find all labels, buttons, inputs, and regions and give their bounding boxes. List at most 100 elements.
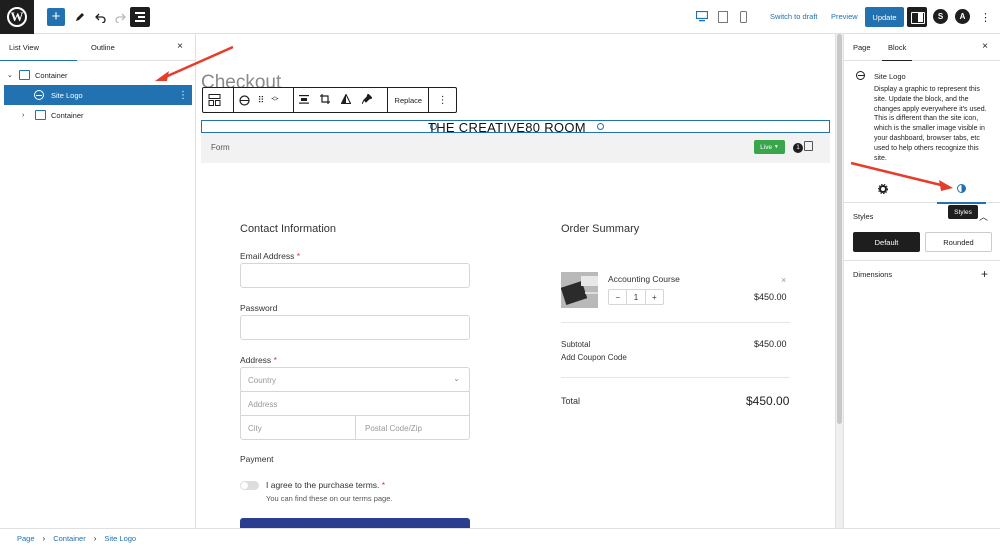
- redo-icon[interactable]: [110, 7, 130, 27]
- update-button[interactable]: Update: [865, 7, 904, 27]
- add-block-button[interactable]: +: [47, 8, 65, 26]
- tree-item-container[interactable]: ⌄ Container: [4, 65, 192, 85]
- more-options-icon[interactable]: ⋮: [178, 90, 188, 101]
- block-mover[interactable]: ⠿ ︿ ﹀: [234, 88, 295, 112]
- site-logo-block-icon: [856, 71, 865, 80]
- subtotal-label: Subtotal: [561, 340, 591, 349]
- styles-icon[interactable]: [937, 184, 986, 204]
- plus-icon[interactable]: +: [981, 267, 988, 281]
- product-thumbnail: [561, 272, 598, 308]
- address-label: Address *: [240, 355, 277, 365]
- tab-page[interactable]: Page: [853, 43, 871, 52]
- payment-label: Payment: [240, 454, 274, 464]
- wordpress-logo-button[interactable]: W: [0, 0, 34, 34]
- tree-item-site-logo[interactable]: Site Logo ⋮: [4, 85, 192, 105]
- product-name: Accounting Course: [608, 274, 680, 284]
- style-rounded-button[interactable]: Rounded: [925, 232, 992, 252]
- add-coupon-link[interactable]: Add Coupon Code: [561, 353, 627, 362]
- replace-button[interactable]: Replace: [388, 88, 430, 112]
- crop-icon[interactable]: [320, 94, 331, 106]
- site-logo-block-icon: [34, 90, 44, 100]
- document-overview-button[interactable]: [130, 7, 150, 27]
- cart-count-badge: 1: [793, 143, 803, 153]
- postal-code-field[interactable]: Postal Code/Zip: [355, 415, 470, 440]
- quantity-stepper[interactable]: − 1 +: [608, 289, 664, 305]
- country-select[interactable]: Country ⌄: [240, 367, 470, 392]
- remove-item-icon[interactable]: ×: [781, 275, 786, 285]
- align-icon[interactable]: [299, 94, 310, 106]
- undo-icon[interactable]: [90, 7, 110, 27]
- pencil-icon[interactable]: [69, 7, 89, 27]
- live-status-dropdown[interactable]: Live ▼: [754, 140, 785, 154]
- breadcrumb-container[interactable]: Container: [53, 534, 86, 543]
- tab-block[interactable]: Block: [881, 43, 913, 61]
- total-label: Total: [561, 396, 581, 406]
- block-controls: [294, 88, 389, 112]
- password-label: Password: [240, 303, 278, 313]
- style-default-button[interactable]: Default: [853, 232, 920, 252]
- styles-section-title[interactable]: Styles: [853, 212, 873, 221]
- canvas-scrollbar[interactable]: [835, 34, 843, 528]
- tab-outline[interactable]: Outline: [91, 43, 115, 52]
- editor-toolbar: W + Switch to draft Preview Update S A ⋮: [0, 0, 1000, 34]
- divider: [561, 377, 790, 378]
- chevron-down-icon[interactable]: ⌄: [7, 71, 13, 79]
- decrease-quantity-button[interactable]: −: [609, 290, 626, 304]
- settings-gear-icon[interactable]: [877, 183, 889, 197]
- plugin-a-icon[interactable]: A: [955, 9, 970, 24]
- switch-to-draft-button[interactable]: Switch to draft: [770, 12, 818, 21]
- tree-item-container[interactable]: › Container: [4, 105, 192, 125]
- link-pin-icon[interactable]: [361, 93, 374, 106]
- wordpress-icon: W: [7, 7, 27, 27]
- quantity-value[interactable]: 1: [626, 290, 646, 304]
- duotone-icon[interactable]: [340, 93, 352, 106]
- subtotal-value: $450.00: [754, 339, 787, 349]
- form-block-header[interactable]: Form Live ▼ 1: [201, 133, 830, 163]
- email-field[interactable]: [240, 263, 470, 288]
- increase-quantity-button[interactable]: +: [646, 290, 663, 304]
- close-icon[interactable]: ×: [177, 41, 183, 52]
- city-field[interactable]: City: [240, 415, 356, 440]
- chevron-down-icon: ▼: [773, 144, 779, 150]
- list-view-icon: [135, 12, 145, 24]
- tablet-view-icon[interactable]: [718, 11, 728, 25]
- tree-item-label: Container: [35, 70, 68, 80]
- close-icon[interactable]: ×: [982, 41, 988, 52]
- plugin-s-icon[interactable]: S: [933, 9, 948, 24]
- mobile-view-icon[interactable]: [740, 11, 747, 25]
- parent-block-button[interactable]: [203, 88, 234, 112]
- list-view-panel: List View Outline × ⌄ Container Site Log…: [0, 34, 196, 528]
- more-options-icon[interactable]: ⋮: [429, 88, 456, 112]
- chevron-down-icon: ⌄: [453, 374, 460, 383]
- editor-canvas[interactable]: Checkout ⠿ ︿ ﹀ Replace ⋮ THE CREATIVE80 R…: [197, 34, 834, 528]
- inspector-subtabs: [844, 179, 1000, 204]
- terms-toggle[interactable]: [240, 481, 259, 490]
- move-up-down-icon[interactable]: ︿ ﹀: [271, 93, 278, 106]
- breadcrumb-page[interactable]: Page: [17, 534, 35, 543]
- drag-handle-icon[interactable]: ⠿: [258, 95, 265, 106]
- address-field[interactable]: Address: [240, 391, 470, 416]
- submit-button[interactable]: [240, 518, 470, 528]
- block-description: Display a graphic to represent this site…: [874, 86, 987, 162]
- terms-note: You can find these on our terms page.: [266, 494, 393, 503]
- block-toolbar: ⠿ ︿ ﹀ Replace ⋮: [202, 87, 457, 113]
- password-field[interactable]: [240, 315, 470, 340]
- dimensions-section-title[interactable]: Dimensions: [853, 270, 892, 279]
- site-logo-block[interactable]: THE CREATIVE80 ROOM: [201, 120, 830, 134]
- order-summary-heading: Order Summary: [561, 223, 640, 235]
- tree-item-label: Site Logo: [51, 90, 83, 100]
- chevron-right-icon: ›: [42, 533, 46, 543]
- chevron-up-icon[interactable]: ︿: [979, 210, 988, 223]
- chevron-right-icon[interactable]: ›: [22, 112, 24, 119]
- resize-handle[interactable]: [597, 123, 604, 130]
- divider: [844, 260, 1000, 261]
- divider: [561, 322, 790, 323]
- cart-icon[interactable]: [804, 141, 813, 151]
- breadcrumb-site-logo[interactable]: Site Logo: [104, 534, 136, 543]
- tab-list-view[interactable]: List View: [0, 43, 77, 61]
- preview-button[interactable]: Preview: [831, 12, 858, 21]
- settings-sidebar-toggle[interactable]: [907, 7, 927, 27]
- terms-label: I agree to the purchase terms. *: [266, 480, 386, 490]
- desktop-view-icon[interactable]: [695, 10, 709, 24]
- options-menu-icon[interactable]: ⋮: [975, 7, 995, 27]
